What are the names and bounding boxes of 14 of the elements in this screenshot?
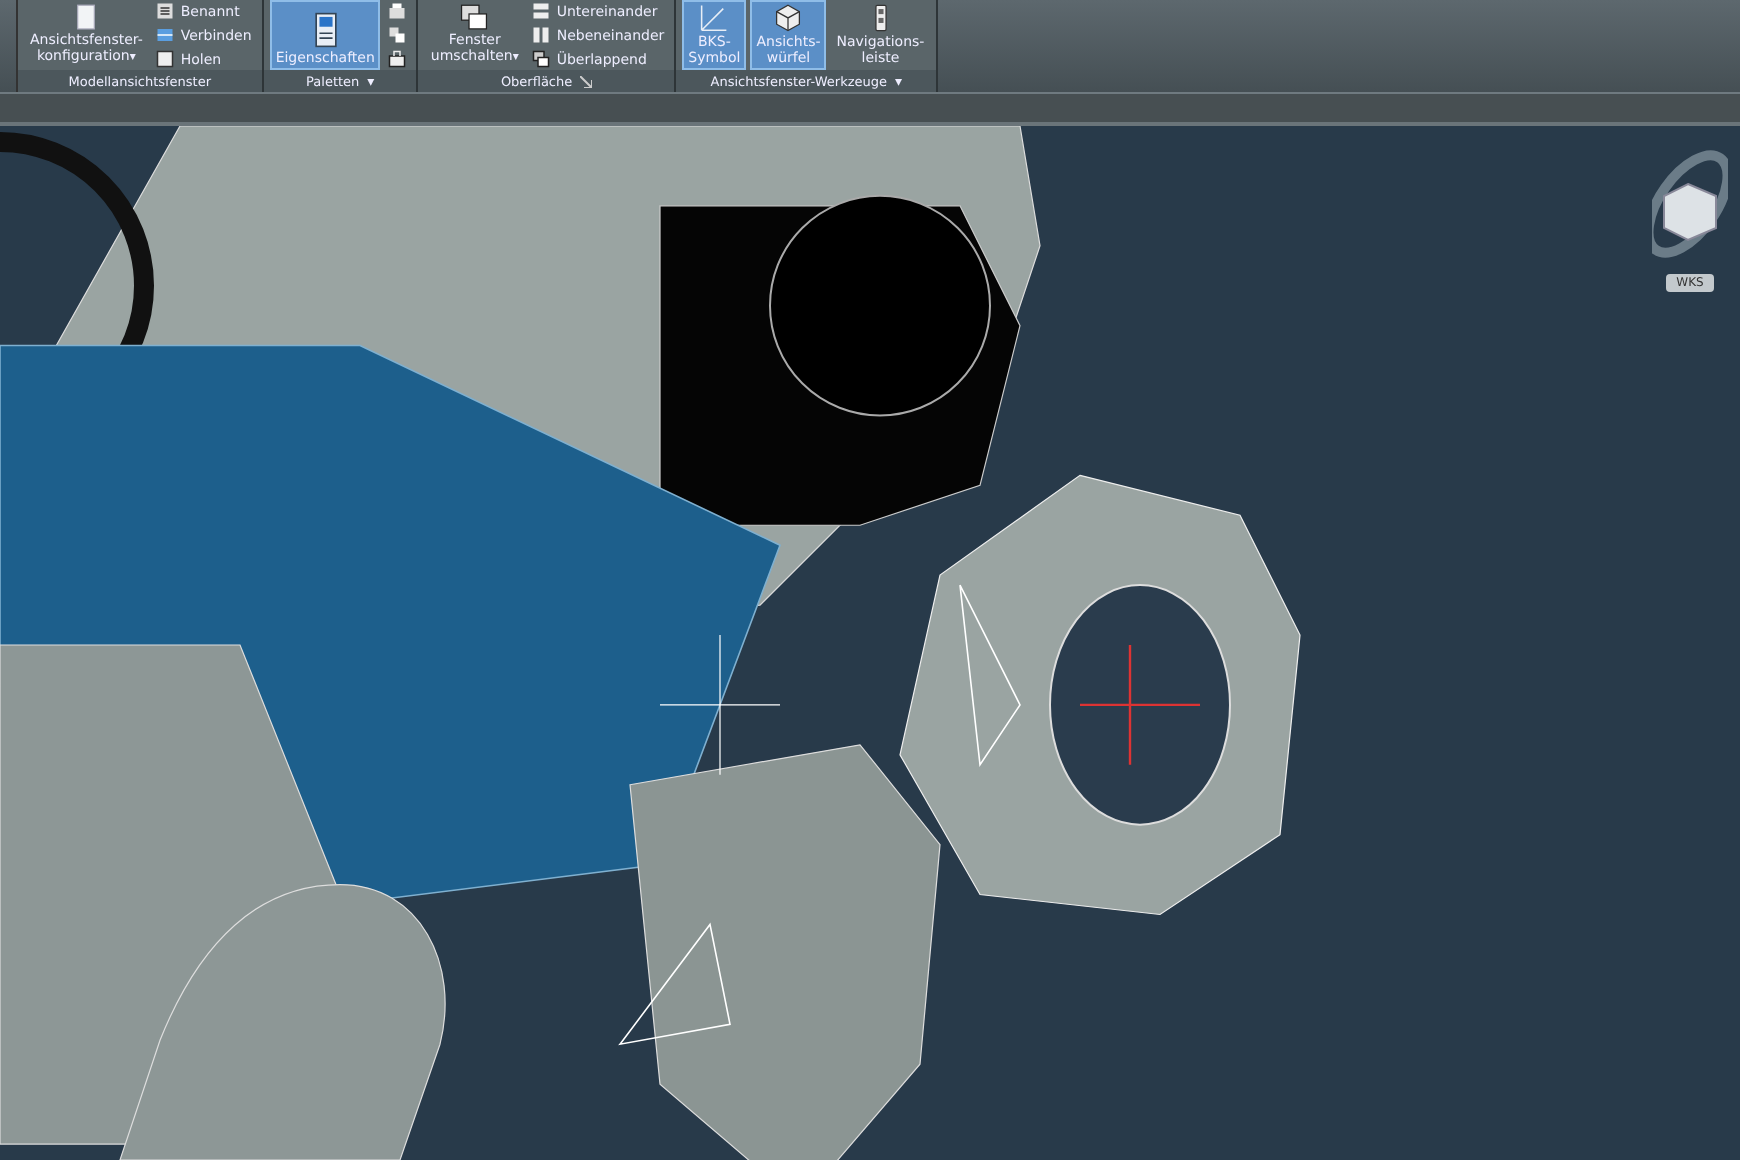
viewcube-drawing[interactable] bbox=[1652, 146, 1728, 262]
ribbon-button[interactable] bbox=[384, 24, 411, 46]
toolbox-icon bbox=[388, 50, 407, 68]
stacked-rows-icon bbox=[532, 2, 551, 20]
window-icon bbox=[156, 50, 175, 68]
printer-icon bbox=[388, 2, 407, 20]
split-window-icon bbox=[156, 26, 175, 44]
columns-icon bbox=[532, 26, 551, 44]
overlapping-squares-icon bbox=[388, 26, 407, 44]
windows-icon bbox=[456, 4, 493, 31]
ribbon-button[interactable] bbox=[384, 48, 411, 70]
dialog-launcher-icon[interactable] bbox=[580, 75, 593, 87]
cascade-icon bbox=[532, 50, 551, 68]
ribbon-button[interactable] bbox=[384, 0, 411, 22]
